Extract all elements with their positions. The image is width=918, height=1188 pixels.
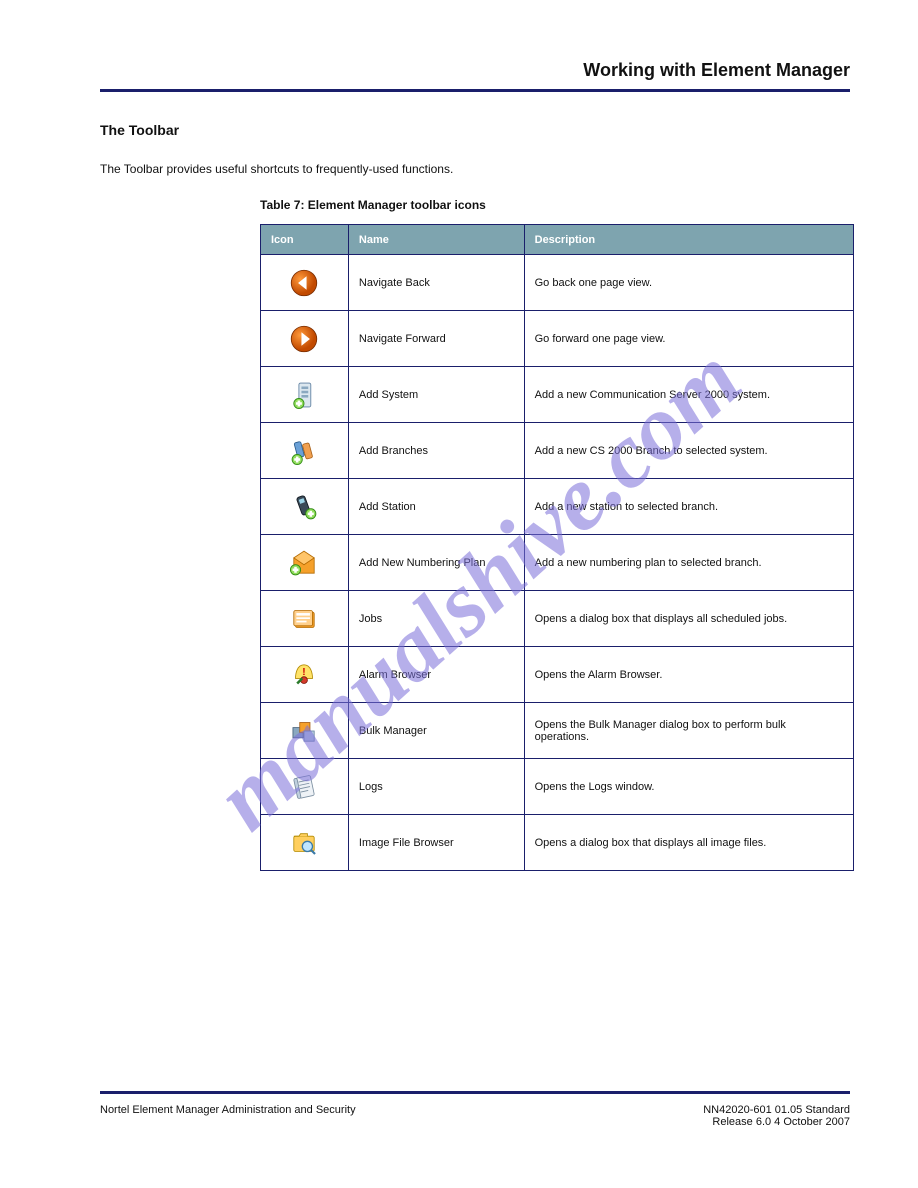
header-right: Working with Element Manager <box>100 60 850 81</box>
section-intro: The Toolbar provides useful shortcuts to… <box>100 162 850 176</box>
table-row: Logs Opens the Logs window. <box>261 759 854 815</box>
alarm-browser-icon: ! <box>261 647 349 703</box>
cell-name: Logs <box>348 759 524 815</box>
cell-desc: Go forward one page view. <box>524 311 853 367</box>
forward-arrow-icon <box>261 311 349 367</box>
logs-icon <box>261 759 349 815</box>
table-row: Add Station Add a new station to selecte… <box>261 479 854 535</box>
image-file-browser-icon <box>261 815 349 871</box>
header-rule <box>100 89 850 92</box>
table-row: Image File Browser Opens a dialog box th… <box>261 815 854 871</box>
jobs-icon <box>261 591 349 647</box>
cell-desc: Opens a dialog box that displays all sch… <box>524 591 853 647</box>
cell-desc: Add a new Communication Server 2000 syst… <box>524 367 853 423</box>
table-row: ! Alarm Browser Opens the Alarm Browser. <box>261 647 854 703</box>
cell-desc: Opens the Alarm Browser. <box>524 647 853 703</box>
table-header-row: Icon Name Description <box>261 225 854 255</box>
table-row: Add New Numbering Plan Add a new numberi… <box>261 535 854 591</box>
table-caption: Table 7: Element Manager toolbar icons <box>260 198 850 212</box>
cell-name: Add Station <box>348 479 524 535</box>
cell-name: Add Branches <box>348 423 524 479</box>
add-station-icon <box>261 479 349 535</box>
table-row: Add Branches Add a new CS 2000 Branch to… <box>261 423 854 479</box>
cell-desc: Opens the Bulk Manager dialog box to per… <box>524 703 853 759</box>
col-name: Name <box>348 225 524 255</box>
footer-right: NN42020-601 01.05 Standard <box>703 1104 850 1116</box>
page-footer: Nortel Element Manager Administration an… <box>100 1091 850 1128</box>
section-title: The Toolbar <box>100 122 850 138</box>
bulk-manager-icon <box>261 703 349 759</box>
footer-right2: Release 6.0 4 October 2007 <box>712 1116 850 1128</box>
toolbar-icons-table: Icon Name Description Navigate Back Go b… <box>260 224 854 871</box>
table-row: Add System Add a new Communication Serve… <box>261 367 854 423</box>
col-icon: Icon <box>261 225 349 255</box>
footer-left: Nortel Element Manager Administration an… <box>100 1104 356 1116</box>
table-row: Navigate Forward Go forward one page vie… <box>261 311 854 367</box>
cell-desc: Opens the Logs window. <box>524 759 853 815</box>
back-arrow-icon <box>261 255 349 311</box>
cell-name: Add System <box>348 367 524 423</box>
table-row: Bulk Manager Opens the Bulk Manager dial… <box>261 703 854 759</box>
cell-desc: Go back one page view. <box>524 255 853 311</box>
col-desc: Description <box>524 225 853 255</box>
cell-name: Navigate Back <box>348 255 524 311</box>
cell-desc: Opens a dialog box that displays all ima… <box>524 815 853 871</box>
table-row: Jobs Opens a dialog box that displays al… <box>261 591 854 647</box>
svg-text:!: ! <box>303 667 306 678</box>
cell-name: Bulk Manager <box>348 703 524 759</box>
add-branches-icon <box>261 423 349 479</box>
cell-name: Image File Browser <box>348 815 524 871</box>
table-row: Navigate Back Go back one page view. <box>261 255 854 311</box>
cell-name: Navigate Forward <box>348 311 524 367</box>
cell-name: Add New Numbering Plan <box>348 535 524 591</box>
cell-name: Jobs <box>348 591 524 647</box>
cell-name: Alarm Browser <box>348 647 524 703</box>
cell-desc: Add a new numbering plan to selected bra… <box>524 535 853 591</box>
cell-desc: Add a new CS 2000 Branch to selected sys… <box>524 423 853 479</box>
cell-desc: Add a new station to selected branch. <box>524 479 853 535</box>
add-system-icon <box>261 367 349 423</box>
add-numbering-plan-icon <box>261 535 349 591</box>
footer-rule <box>100 1091 850 1094</box>
